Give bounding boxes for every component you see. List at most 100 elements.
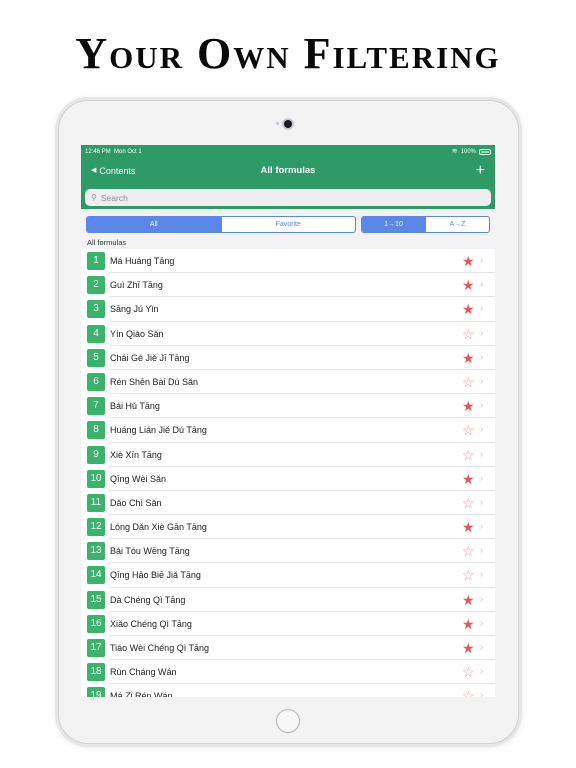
star-filled-icon[interactable]: ★	[462, 515, 475, 539]
star-outline-icon[interactable]: ☆	[462, 443, 475, 467]
formula-number-badge: 1	[87, 252, 105, 270]
formula-row[interactable]: 5 Chái Gé Jiě Jī Tāng ★ ›	[81, 345, 495, 371]
formula-row[interactable]: 9 Xiè Xīn Tāng ☆ ›	[81, 442, 495, 467]
formula-name: Huáng Lián Jiě Dú Tāng	[110, 425, 207, 436]
star-filled-icon[interactable]: ★	[462, 346, 475, 370]
formula-name: Rén Shēn Bài Dú Sǎn	[110, 376, 199, 387]
search-icon: ⚲	[91, 193, 97, 202]
star-outline-icon[interactable]: ☆	[462, 322, 475, 346]
segment-sort-alpha[interactable]: A→Z	[425, 217, 489, 232]
app-screen: 12:46 PM Mon Oct 1 ≋ 100% ◀ Contents All…	[81, 145, 495, 697]
formula-row[interactable]: 19 Má Zǐ Rén Wán ☆ ›	[81, 684, 495, 697]
formula-name: Rùn Cháng Wán	[110, 667, 177, 678]
star-outline-icon[interactable]: ☆	[462, 370, 475, 394]
star-filled-icon[interactable]: ★	[462, 588, 475, 612]
search-input[interactable]: ⚲ Search	[85, 189, 491, 206]
segment-sort-number[interactable]: 1→10	[362, 217, 425, 232]
formula-row[interactable]: 7 Bái Hǔ Tāng ★ ›	[81, 394, 495, 419]
formula-number-badge: 13	[87, 542, 105, 561]
formula-number-badge: 14	[87, 566, 105, 585]
formula-number-badge: 4	[87, 324, 105, 343]
sort-segmented-control: 1→10 A→Z	[361, 216, 490, 233]
formula-number-badge: 15	[87, 590, 105, 609]
formula-row[interactable]: 2 Guì Zhī Tāng ★ ›	[81, 273, 495, 298]
segment-all[interactable]: All	[87, 217, 221, 232]
status-bar: 12:46 PM Mon Oct 1 ≋ 100%	[81, 145, 495, 159]
chevron-right-icon: ›	[480, 351, 484, 363]
star-outline-icon[interactable]: ☆	[462, 660, 475, 684]
formula-row[interactable]: 4 Yín Qiào Sǎn ☆ ›	[81, 321, 495, 346]
formula-row[interactable]: 1 Má Huáng Tāng ★ ›	[81, 249, 495, 274]
star-filled-icon[interactable]: ★	[462, 467, 475, 491]
chevron-right-icon: ›	[480, 303, 484, 315]
chevron-right-icon: ›	[480, 690, 484, 697]
star-filled-icon[interactable]: ★	[462, 297, 475, 321]
star-filled-icon[interactable]: ★	[462, 249, 475, 273]
formula-row[interactable]: 14 Qīng Hāo Biē Jiǎ Tāng ☆ ›	[81, 563, 495, 588]
section-label: All formulas	[87, 238, 127, 247]
formula-name: Lóng Dǎn Xiè Gān Tāng	[110, 522, 207, 533]
formula-name: Tiáo Wèi Chéng Qì Tāng	[110, 643, 210, 653]
formula-list: 1 Má Huáng Tāng ★ › 2 Guì Zhī Tāng ★ › 3 Sāng Jú …	[81, 249, 495, 697]
formula-row[interactable]: 18 Rùn Cháng Wán ☆ ›	[81, 660, 495, 685]
chevron-right-icon: ›	[480, 593, 484, 605]
star-filled-icon[interactable]: ★	[462, 612, 475, 636]
battery-percent: 100%	[460, 149, 476, 155]
chevron-right-icon: ›	[480, 400, 484, 412]
front-camera	[284, 120, 292, 128]
chevron-right-icon: ›	[480, 472, 484, 484]
status-time: 12:46 PM Mon Oct 1	[85, 145, 142, 159]
formula-number-badge: 9	[87, 445, 105, 464]
formula-row[interactable]: 6 Rén Shēn Bài Dú Sǎn ☆ ›	[81, 369, 495, 395]
formula-row[interactable]: 10 Qīng Wèi Sǎn ★ ›	[81, 466, 495, 492]
formula-number-badge: 11	[87, 493, 105, 512]
chevron-right-icon: ›	[480, 545, 484, 557]
formula-row[interactable]: 17 Tiáo Wèi Chéng Qì Tāng ★ ›	[81, 636, 495, 661]
star-outline-icon[interactable]: ☆	[462, 563, 475, 587]
star-outline-icon[interactable]: ☆	[462, 418, 475, 442]
sensor-dot	[276, 122, 279, 125]
wifi-icon: ≋	[451, 148, 458, 155]
formula-number-badge: 16	[87, 614, 105, 633]
formula-row[interactable]: 12 Lóng Dǎn Xiè Gān Tāng ★ ›	[81, 515, 495, 540]
formula-row[interactable]: 15 Dà Chéng Qì Tāng ★ ›	[81, 587, 495, 613]
formula-name: Xiǎo Chéng Qì Tāng	[110, 618, 192, 629]
star-outline-icon[interactable]: ☆	[462, 684, 475, 697]
chevron-right-icon: ›	[480, 255, 484, 266]
formula-row[interactable]: 16 Xiǎo Chéng Qì Tāng ★ ›	[81, 611, 495, 637]
chevron-right-icon: ›	[480, 448, 484, 460]
star-filled-icon[interactable]: ★	[462, 636, 475, 660]
add-icon[interactable]: +	[476, 159, 485, 183]
chevron-right-icon: ›	[480, 666, 484, 678]
formula-row[interactable]: 3 Sāng Jú Yǐn ★ ›	[81, 297, 495, 322]
formula-number-badge: 3	[87, 300, 105, 319]
formula-name: Sāng Jú Yǐn	[110, 304, 159, 315]
search-placeholder: Search	[100, 192, 128, 203]
formula-row[interactable]: 11 Dǎo Chì Sǎn ☆ ›	[81, 490, 495, 516]
formula-name: Guì Zhī Tāng	[110, 280, 163, 291]
formula-row[interactable]: 8 Huáng Lián Jiě Dú Tāng ☆ ›	[81, 418, 495, 443]
star-outline-icon[interactable]: ☆	[462, 539, 475, 563]
chevron-right-icon: ›	[480, 424, 484, 436]
formula-number-badge: 6	[87, 372, 105, 391]
formula-name: Qīng Hāo Biē Jiǎ Tāng	[110, 570, 201, 581]
search-bar: ⚲ Search	[81, 183, 495, 209]
formula-number-badge: 17	[87, 639, 105, 657]
formula-number-badge: 10	[87, 469, 105, 488]
formula-name: Chái Gé Jiě Jī Tāng	[110, 352, 190, 363]
formula-row[interactable]: 13 Bái Tóu Wēng Tāng ☆ ›	[81, 539, 495, 564]
star-outline-icon[interactable]: ☆	[462, 491, 475, 515]
formula-name: Yín Qiào Sǎn	[110, 328, 164, 339]
chevron-right-icon: ›	[480, 521, 484, 533]
formula-number-badge: 8	[87, 421, 105, 440]
navigation-bar: ◀ Contents All formulas +	[81, 159, 495, 183]
formula-number-badge: 7	[87, 397, 105, 416]
section-header: All formulas	[81, 238, 495, 249]
formula-name: Má Huáng Tāng	[110, 256, 175, 266]
formula-name: Qīng Wèi Sǎn	[110, 473, 167, 484]
segment-favorite[interactable]: Favorite	[220, 217, 356, 232]
status-date: Mon Oct 1	[114, 149, 142, 155]
star-filled-icon[interactable]: ★	[462, 273, 475, 297]
filter-segmented-control: All Favorite	[86, 216, 356, 233]
star-filled-icon[interactable]: ★	[462, 394, 475, 418]
